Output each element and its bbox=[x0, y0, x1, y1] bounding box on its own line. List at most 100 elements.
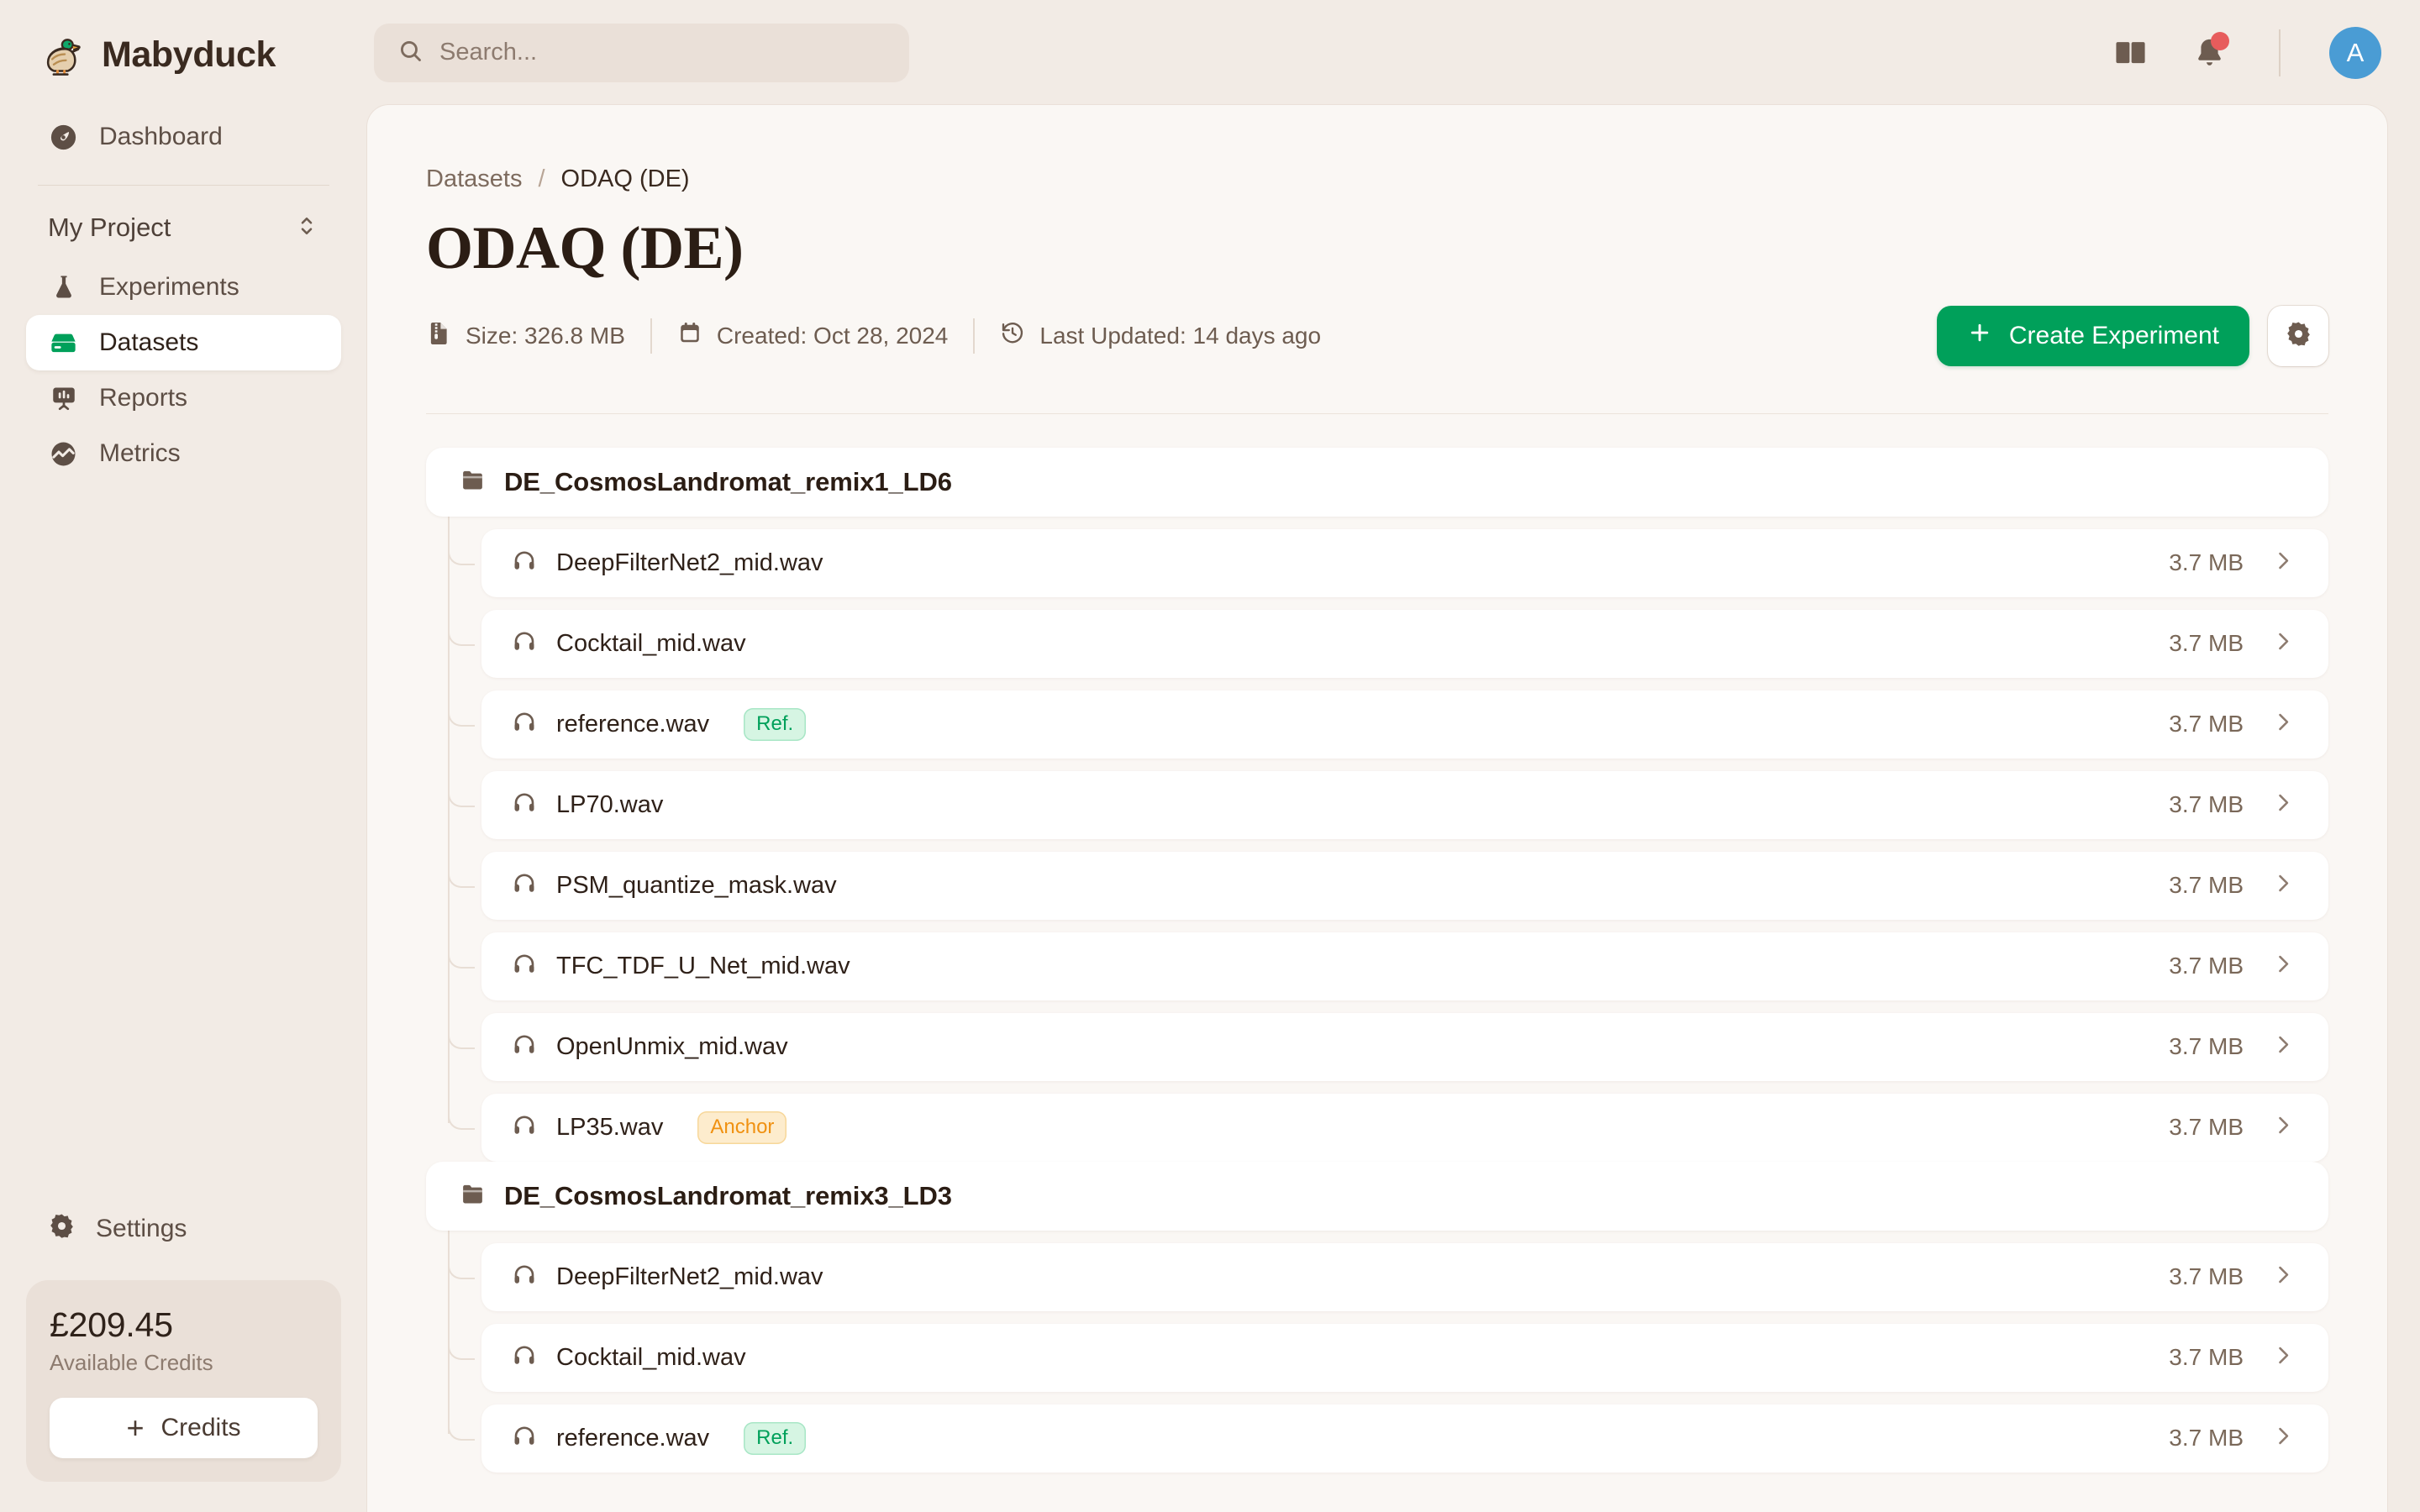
file-size: 3.7 MB bbox=[2169, 630, 2244, 657]
sidebar-item-label: Metrics bbox=[99, 439, 181, 467]
folder-icon bbox=[460, 467, 486, 497]
sidebar: Mabyduck Dashboard My Project Experiment… bbox=[0, 0, 367, 1512]
file-size: 3.7 MB bbox=[2169, 872, 2244, 899]
chevron-right-icon[interactable] bbox=[2270, 1424, 2295, 1452]
file-left: PSM_quantize_mask.wav bbox=[512, 871, 837, 900]
notification-badge bbox=[2211, 31, 2229, 50]
file-row[interactable]: reference.wav Ref. 3.7 MB bbox=[448, 1383, 2328, 1473]
file-row[interactable]: OpenUnmix_mid.wav 3.7 MB bbox=[448, 991, 2328, 1081]
folder-name: DE_CosmosLandromat_remix1_LD6 bbox=[504, 466, 952, 496]
file-left: DeepFilterNet2_mid.wav bbox=[512, 1263, 823, 1292]
file-row[interactable]: LP70.wav 3.7 MB bbox=[448, 749, 2328, 839]
meta-created-text: Created: Oct 28, 2024 bbox=[716, 322, 949, 349]
file-size: 3.7 MB bbox=[2169, 1033, 2244, 1060]
chevron-right-icon[interactable] bbox=[2270, 1032, 2295, 1061]
file-right: 3.7 MB bbox=[2169, 871, 2295, 900]
folder-row[interactable]: DE_CosmosLandromat_remix1_LD6 bbox=[426, 447, 2328, 517]
file-right: 3.7 MB bbox=[2169, 1113, 2295, 1142]
file-row[interactable]: DeepFilterNet2_mid.wav 3.7 MB bbox=[448, 507, 2328, 597]
speedometer-icon bbox=[48, 122, 79, 153]
meta-created: Created: Oct 28, 2024 bbox=[677, 320, 949, 351]
file-left: reference.wav Ref. bbox=[512, 707, 807, 741]
chevron-right-icon[interactable] bbox=[2270, 790, 2295, 819]
chevron-right-icon[interactable] bbox=[2270, 549, 2295, 577]
brand-name: Mabyduck bbox=[102, 34, 276, 75]
folder-row[interactable]: DE_CosmosLandromat_remix3_LD3 bbox=[426, 1161, 2328, 1231]
sidebar-item-settings[interactable]: Settings bbox=[26, 1201, 341, 1257]
file-name: reference.wav bbox=[556, 710, 710, 738]
chevron-right-icon[interactable] bbox=[2270, 710, 2295, 738]
file-row[interactable]: TFC_TDF_U_Net_mid.wav 3.7 MB bbox=[448, 911, 2328, 1000]
search-input[interactable]: Search... bbox=[374, 23, 909, 82]
gear-icon bbox=[48, 1212, 76, 1247]
avatar[interactable]: A bbox=[2329, 26, 2381, 79]
file-row[interactable]: Cocktail_mid.wav 3.7 MB bbox=[448, 1302, 2328, 1392]
create-experiment-label: Create Experiment bbox=[2008, 321, 2219, 349]
main-area: Search... A Datasets / ODAQ (DE) ODAQ (D… bbox=[367, 0, 2420, 1512]
file-size: 3.7 MB bbox=[2169, 711, 2244, 738]
breadcrumb-datasets[interactable]: Datasets bbox=[426, 165, 522, 193]
file-name: LP70.wav bbox=[556, 790, 664, 818]
add-credits-button[interactable]: + Credits bbox=[50, 1398, 318, 1458]
headphones-icon bbox=[512, 1343, 537, 1373]
chevron-right-icon[interactable] bbox=[2270, 1343, 2295, 1372]
sidebar-divider bbox=[38, 185, 329, 186]
chevron-right-icon[interactable] bbox=[2270, 1263, 2295, 1291]
book-icon[interactable] bbox=[2109, 32, 2151, 74]
sidebar-item-metrics[interactable]: Metrics bbox=[26, 426, 341, 481]
project-selector[interactable]: My Project bbox=[26, 204, 341, 251]
file-size: 3.7 MB bbox=[2169, 1263, 2244, 1290]
add-credits-label: Credits bbox=[160, 1414, 241, 1441]
folder-children: DeepFilterNet2_mid.wav 3.7 MB Cocktail_mid… bbox=[426, 507, 2328, 1162]
sidebar-item-datasets[interactable]: Datasets bbox=[26, 315, 341, 370]
sidebar-item-label: Reports bbox=[99, 384, 188, 412]
bell-icon[interactable] bbox=[2188, 31, 2230, 74]
sidebar-item-label: Datasets bbox=[99, 328, 199, 356]
file-row[interactable]: reference.wav Ref. 3.7 MB bbox=[448, 669, 2328, 759]
create-experiment-button[interactable]: Create Experiment bbox=[1936, 305, 2249, 366]
file-left: LP70.wav bbox=[512, 790, 663, 820]
file-row[interactable]: Cocktail_mid.wav 3.7 MB bbox=[448, 588, 2328, 678]
file-right: 3.7 MB bbox=[2169, 952, 2295, 980]
flask-icon bbox=[48, 272, 79, 303]
meta-divider bbox=[650, 318, 652, 354]
chevron-right-icon[interactable] bbox=[2270, 629, 2295, 658]
dataset-settings-button[interactable] bbox=[2268, 305, 2328, 366]
sidebar-item-reports[interactable]: Reports bbox=[26, 370, 341, 426]
file-right: 3.7 MB bbox=[2169, 1424, 2295, 1452]
sidebar-item-experiments[interactable]: Experiments bbox=[26, 260, 341, 315]
project-name: My Project bbox=[48, 213, 171, 242]
search-placeholder: Search... bbox=[439, 39, 538, 66]
chevron-up-down-icon bbox=[294, 213, 319, 243]
chevron-right-icon[interactable] bbox=[2270, 952, 2295, 980]
headphones-icon bbox=[512, 871, 537, 900]
plus-icon: + bbox=[126, 1410, 145, 1445]
chevron-right-icon[interactable] bbox=[2270, 871, 2295, 900]
file-right: 3.7 MB bbox=[2169, 1343, 2295, 1372]
topbar-divider bbox=[2279, 29, 2281, 76]
file-size: 3.7 MB bbox=[2169, 1344, 2244, 1371]
gear-icon bbox=[2285, 320, 2312, 352]
credits-card: £209.45 Available Credits + Credits bbox=[26, 1280, 341, 1482]
duck-logo-icon bbox=[37, 30, 86, 79]
meta-actions-row: Size: 326.8 MB Created: Oct 28, 2024 Las… bbox=[426, 305, 2328, 366]
brand[interactable]: Mabyduck bbox=[26, 0, 341, 109]
dataset-metadata: Size: 326.8 MB Created: Oct 28, 2024 Las… bbox=[426, 318, 1321, 354]
file-name: Cocktail_mid.wav bbox=[556, 629, 746, 657]
file-left: OpenUnmix_mid.wav bbox=[512, 1032, 788, 1062]
file-row[interactable]: DeepFilterNet2_mid.wav 3.7 MB bbox=[448, 1221, 2328, 1311]
file-badge: Ref. bbox=[744, 1421, 807, 1455]
file-row[interactable]: PSM_quantize_mask.wav 3.7 MB bbox=[448, 830, 2328, 920]
file-name: Cocktail_mid.wav bbox=[556, 1343, 746, 1371]
file-row[interactable]: LP35.wav Anchor 3.7 MB bbox=[448, 1072, 2328, 1162]
sidebar-item-dashboard[interactable]: Dashboard bbox=[26, 109, 341, 165]
file-name: TFC_TDF_U_Net_mid.wav bbox=[556, 952, 850, 979]
chevron-right-icon[interactable] bbox=[2270, 1113, 2295, 1142]
presentation-icon bbox=[48, 383, 79, 414]
credits-amount: £209.45 bbox=[50, 1305, 173, 1344]
file-name: DeepFilterNet2_mid.wav bbox=[556, 549, 823, 576]
folder-children: DeepFilterNet2_mid.wav 3.7 MB Cocktail_mid… bbox=[426, 1221, 2328, 1473]
file-size: 3.7 MB bbox=[2169, 1114, 2244, 1141]
file-left: LP35.wav Anchor bbox=[512, 1110, 787, 1144]
